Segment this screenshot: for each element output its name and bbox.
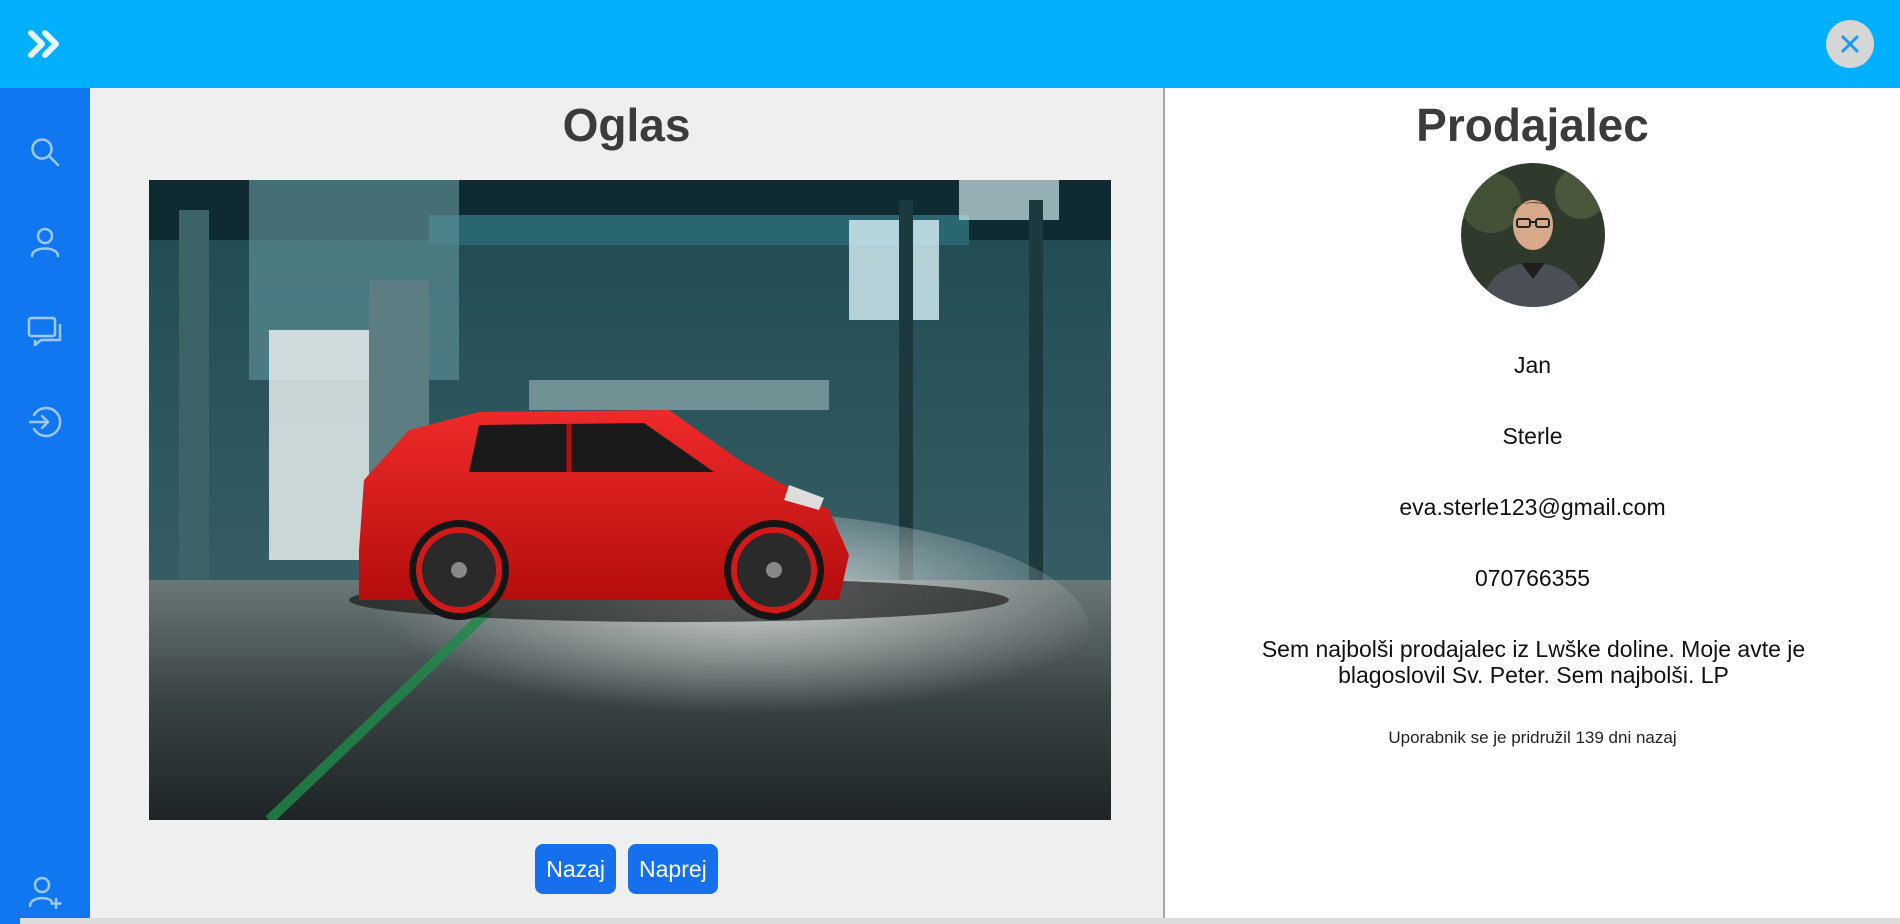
seller-bio: Sem najbolši prodajalec iz Lwške doline.…: [1261, 636, 1806, 688]
search-icon: [31, 138, 60, 167]
seller-first-name: Jan: [1513, 352, 1552, 378]
listing-photo: [149, 180, 1111, 820]
login-icon: [28, 406, 62, 438]
sidebar-item-register[interactable]: [27, 874, 63, 910]
chevrons-right-icon: [28, 30, 59, 58]
previous-button[interactable]: Nazaj: [535, 844, 617, 894]
sidebar-item-messages[interactable]: [27, 314, 63, 350]
seller-panel: Prodajalec Jan Sterle eva.sterle123@gmai…: [1163, 88, 1900, 924]
close-button[interactable]: [1826, 20, 1874, 68]
seller-last-name: Sterle: [1502, 423, 1563, 449]
chat-icon: [27, 316, 62, 347]
seller-email: eva.sterle123@gmail.com: [1399, 494, 1666, 520]
seller-phone: 070766355: [1474, 565, 1591, 591]
expand-menu-button[interactable]: [24, 26, 68, 62]
listing-panel: Oglas Nazaj Naprej: [90, 88, 1163, 924]
sidebar-item-search[interactable]: [27, 134, 63, 170]
listing-title: Oglas: [562, 99, 691, 151]
next-button[interactable]: Naprej: [628, 844, 718, 894]
car-photo-image: [149, 180, 1111, 820]
sidebar-item-profile[interactable]: [27, 224, 63, 260]
sidebar: [0, 88, 90, 924]
seller-photo-image: [1461, 163, 1605, 307]
seller-joined-text: Uporabnik se je pridružil 139 dni nazaj: [1388, 728, 1677, 747]
user-icon: [30, 227, 60, 258]
avatar: [1461, 163, 1605, 307]
horizontal-scrollbar[interactable]: [20, 918, 1900, 924]
top-bar: [0, 0, 1900, 88]
seller-title: Prodajalec: [1416, 99, 1649, 151]
listing-nav: Nazaj Naprej: [90, 844, 1163, 894]
add-user-icon: [28, 876, 62, 909]
close-icon: [1841, 35, 1859, 53]
sidebar-item-login[interactable]: [27, 404, 63, 440]
